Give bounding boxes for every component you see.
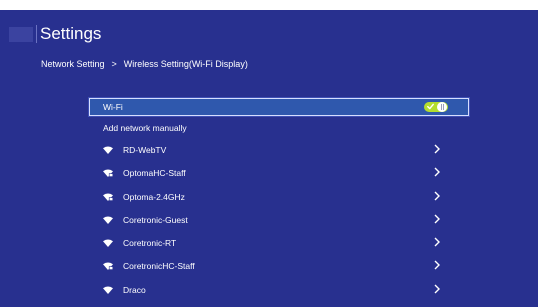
page-title: Settings bbox=[40, 24, 102, 43]
chevron-right-icon bbox=[434, 167, 440, 177]
chevron-right-icon bbox=[434, 144, 440, 154]
logo bbox=[9, 27, 33, 42]
toggle-knob bbox=[437, 102, 447, 112]
network-name: RD-WebTV bbox=[123, 145, 167, 155]
wifi-secure-icon bbox=[103, 169, 113, 178]
wifi-icon bbox=[103, 216, 113, 224]
network-name: Draco bbox=[123, 284, 146, 295]
wifi-secure-icon bbox=[103, 262, 113, 271]
chevron-right-icon bbox=[434, 214, 440, 224]
wireless-settings-list: Wi-Fi Add network manually RD-WebTV Opto… bbox=[87, 98, 473, 302]
network-name: OptomaHC-Staff bbox=[123, 168, 186, 179]
wifi-icon bbox=[103, 239, 113, 248]
settings-screen: Settings Network Setting > Wireless Settin… bbox=[0, 10, 538, 307]
chevron-right-icon bbox=[434, 191, 440, 201]
breadcrumb-separator: > bbox=[111, 59, 117, 69]
chevron-right-icon bbox=[434, 237, 440, 247]
network-name: CoretronicHC-Staff bbox=[123, 261, 195, 272]
wifi-toggle-row[interactable]: Wi-Fi bbox=[89, 98, 469, 116]
network-row[interactable]: RD-WebTV bbox=[87, 139, 473, 162]
wifi-label: Wi-Fi bbox=[103, 102, 123, 112]
breadcrumb-current: Wireless Setting(Wi-Fi Display) bbox=[123, 59, 248, 69]
chevron-right-icon bbox=[434, 284, 440, 294]
chevron-right-icon bbox=[434, 260, 440, 270]
network-name: Coretronic-Guest bbox=[123, 214, 188, 225]
network-row[interactable]: Coretronic-RT bbox=[87, 232, 473, 255]
add-network-manually-row[interactable]: Add network manually bbox=[87, 116, 473, 139]
network-row[interactable]: OptomaHC-Staff bbox=[87, 162, 473, 185]
header-divider bbox=[36, 25, 37, 43]
network-row[interactable]: CoretronicHC-Staff bbox=[87, 255, 473, 278]
wifi-secure-icon bbox=[103, 193, 113, 201]
header: Settings bbox=[0, 10, 538, 48]
add-network-label: Add network manually bbox=[103, 123, 187, 133]
network-row[interactable]: Optoma-2.4GHz bbox=[87, 186, 473, 209]
network-row[interactable]: Draco bbox=[87, 279, 473, 302]
breadcrumb-parent[interactable]: Network Setting bbox=[41, 59, 105, 69]
checkmark-icon bbox=[427, 103, 434, 110]
wifi-toggle-switch[interactable] bbox=[424, 102, 448, 112]
wifi-icon bbox=[103, 286, 113, 294]
wifi-icon bbox=[103, 146, 113, 154]
network-row[interactable]: Coretronic-Guest bbox=[87, 209, 473, 232]
network-name: Coretronic-RT bbox=[123, 238, 177, 249]
network-name: Optoma-2.4GHz bbox=[123, 191, 185, 202]
breadcrumb: Network Setting > Wireless Setting(Wi-Fi D… bbox=[41, 58, 248, 70]
